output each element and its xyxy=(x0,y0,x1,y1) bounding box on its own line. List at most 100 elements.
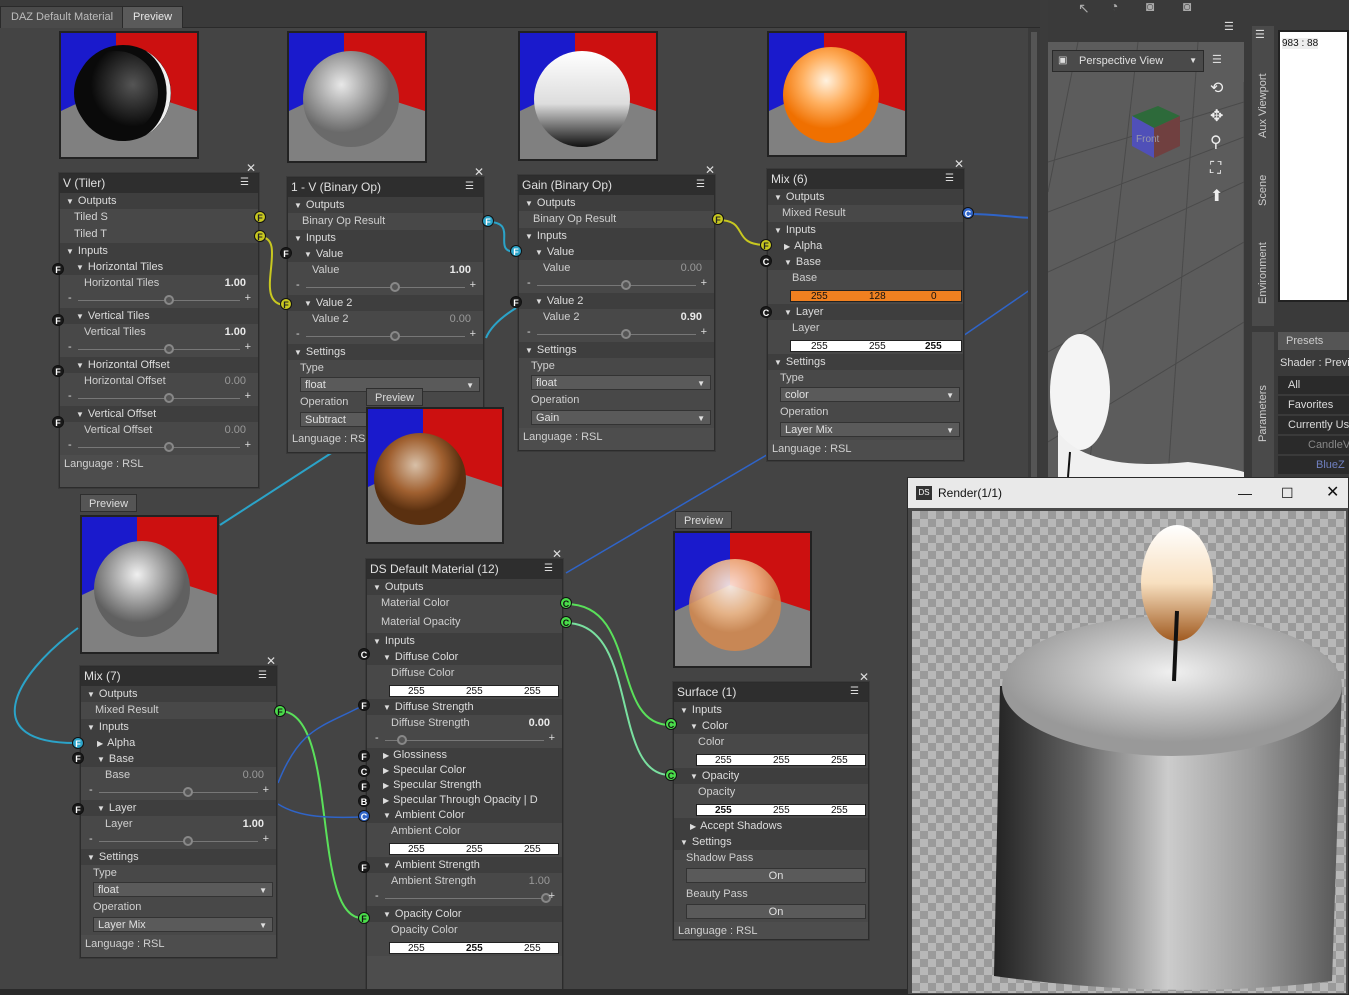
preview-tab[interactable]: Preview xyxy=(675,511,733,529)
outputs-section[interactable]: ▼ Outputs xyxy=(768,189,963,205)
value-slider[interactable]: - + xyxy=(288,279,483,295)
group-specular-through[interactable]: ▶ Specular Through Opacity | D xyxy=(367,793,562,808)
group-layer[interactable]: ▼ Layer xyxy=(81,800,276,816)
port-base[interactable]: C xyxy=(760,255,772,267)
opacity-color-field[interactable]: 255 255 255 xyxy=(389,942,559,954)
port-horizontal-offset[interactable]: F xyxy=(52,365,64,377)
group-ambient-color[interactable]: ▼ Ambient Color xyxy=(367,808,562,823)
group-color[interactable]: ▼ Color xyxy=(674,718,868,734)
inputs-section[interactable]: ▼ Inputs xyxy=(81,719,276,735)
render-icon[interactable]: ◙ xyxy=(1183,0,1191,14)
beauty-pass-toggle[interactable]: On xyxy=(686,904,866,919)
inputs-section[interactable]: ▼ Inputs xyxy=(519,228,714,244)
inputs-section[interactable]: ▼ Inputs xyxy=(768,222,963,238)
group-diffuse-color[interactable]: ▼ Diffuse Color xyxy=(367,649,562,665)
group-value2[interactable]: ▼ Value 2 xyxy=(288,295,483,311)
node-mix7[interactable]: Mix (7) ☰ ▼ Outputs Mixed Result ▼ Inputs ▶… xyxy=(80,666,277,958)
minimize-icon[interactable]: — xyxy=(1238,478,1252,508)
port-material-opacity[interactable]: C xyxy=(560,616,572,628)
menu-icon[interactable]: ☰ xyxy=(850,686,864,698)
vertical-offset-slider[interactable]: - + xyxy=(60,439,258,455)
menu-icon[interactable]: ☰ xyxy=(465,181,479,193)
group-value2[interactable]: ▼ Value 2 xyxy=(519,293,714,309)
outputs-section[interactable]: ▼ Outputs xyxy=(367,579,562,595)
port-value[interactable]: F xyxy=(280,247,292,259)
port-ambient-color[interactable]: C xyxy=(358,810,370,822)
layer-slider[interactable]: - + xyxy=(81,833,276,849)
diffuse-color-field[interactable]: 255 255 255 xyxy=(389,685,559,697)
port-specular-strength[interactable]: F xyxy=(358,780,370,792)
close-icon[interactable]: ✕ xyxy=(246,162,256,174)
node-v-tiler[interactable]: V (Tiler) ☰ ▼ Outputs Tiled S Tiled T ▼ Inp… xyxy=(59,173,259,488)
shadow-pass-toggle[interactable]: On xyxy=(686,868,866,883)
group-alpha[interactable]: ▶ Alpha xyxy=(81,735,276,751)
port-diffuse-color[interactable]: C xyxy=(358,648,370,660)
port-gain-result[interactable]: F xyxy=(712,213,724,225)
view-cube[interactable]: Front xyxy=(1128,100,1184,160)
port-diffuse-strength[interactable]: F xyxy=(358,699,370,711)
inputs-section[interactable]: ▼ Inputs xyxy=(288,230,483,246)
operation-dropdown[interactable]: Gain ▼ xyxy=(531,410,711,425)
type-dropdown[interactable]: float ▼ xyxy=(93,882,273,897)
outputs-section[interactable]: ▼ Outputs xyxy=(519,195,714,211)
group-vertical-offset[interactable]: ▼ Vertical Offset xyxy=(60,406,258,422)
port-mixed-result[interactable]: F xyxy=(274,705,286,717)
type-dropdown[interactable]: color ▼ xyxy=(780,387,960,402)
horizontal-offset-slider[interactable]: - + xyxy=(60,390,258,406)
close-icon[interactable]: ✕ xyxy=(859,671,869,683)
close-icon[interactable]: ✕ xyxy=(474,166,484,178)
outputs-section[interactable]: ▼ Outputs xyxy=(288,197,483,213)
home-icon[interactable]: ⬆ xyxy=(1210,186,1223,206)
group-base[interactable]: ▼ Base xyxy=(768,254,963,270)
ambient-strength-slider[interactable]: - + xyxy=(367,890,562,906)
settings-section[interactable]: ▼ Settings xyxy=(81,849,276,865)
group-value[interactable]: ▼ Value xyxy=(288,246,483,262)
layer-color-field[interactable]: 255 255 255 xyxy=(790,340,962,352)
outputs-section[interactable]: ▼ Outputs xyxy=(81,686,276,702)
group-layer[interactable]: ▼ Layer xyxy=(768,304,963,320)
group-ambient-strength[interactable]: ▼ Ambient Strength xyxy=(367,857,562,873)
port-layer[interactable]: F xyxy=(72,803,84,815)
orbit-icon[interactable]: ⟲ xyxy=(1210,78,1223,98)
port-base[interactable]: F xyxy=(72,752,84,764)
horizontal-tiles-slider[interactable]: - + xyxy=(60,292,258,308)
opacity-field[interactable]: 255 255 255 xyxy=(696,804,866,816)
node-surface[interactable]: Surface (1) ☰ ▼ Inputs ▼ Color Color 255 255… xyxy=(673,682,869,940)
group-value[interactable]: ▼ Value xyxy=(519,244,714,260)
render-window[interactable]: DS Render(1/1) — ☐ ✕ xyxy=(907,477,1349,995)
node-mix6[interactable]: Mix (6) ☰ ▼ Outputs Mixed Result ▼ Inputs ▶… xyxy=(767,169,964,461)
menu-icon[interactable]: ☰ xyxy=(258,670,272,682)
close-icon[interactable]: ✕ xyxy=(954,158,964,170)
port-opacity-color[interactable]: F xyxy=(358,912,370,924)
port-tiled-s[interactable]: F xyxy=(254,211,266,223)
preset-favorites[interactable]: Favorites xyxy=(1278,396,1349,414)
operation-dropdown[interactable]: Layer Mix ▼ xyxy=(780,422,960,437)
node-ds-default-material[interactable]: DS Default Material (12) ☰ ▼ Outputs Mater… xyxy=(366,559,563,995)
shader-node-canvas[interactable]: ✕ V (Tiler) ☰ ▼ Outputs Tiled S Tiled T ▼ I… xyxy=(0,28,1040,995)
tab-environment[interactable]: Environment xyxy=(1252,224,1274,304)
menu-icon[interactable]: ☰ xyxy=(1212,53,1222,66)
tab-aux-viewport[interactable]: Aux Viewport xyxy=(1252,56,1274,138)
preview-tab[interactable]: Preview xyxy=(366,388,424,406)
port-tiled-t[interactable]: F xyxy=(254,230,266,242)
port-ambient-strength[interactable]: F xyxy=(358,861,370,873)
group-opacity[interactable]: ▼ Opacity xyxy=(674,768,868,784)
value2-slider[interactable]: - + xyxy=(288,328,483,344)
group-diffuse-strength[interactable]: ▼ Diffuse Strength xyxy=(367,699,562,715)
vertical-tiles-slider[interactable]: - + xyxy=(60,341,258,357)
perspective-view-dropdown[interactable]: Perspective View ▼ xyxy=(1052,50,1204,72)
type-dropdown[interactable]: float ▼ xyxy=(531,375,711,390)
base-slider[interactable]: - + xyxy=(81,784,276,800)
preset-currently-used[interactable]: Currently Us xyxy=(1278,416,1349,434)
menu-icon[interactable]: ☰ xyxy=(240,177,254,189)
group-specular-color[interactable]: ▶ Specular Color xyxy=(367,763,562,778)
pointer-icon[interactable]: ↖ xyxy=(1078,0,1090,17)
settings-section[interactable]: ▼ Settings xyxy=(519,342,714,358)
aux-viewport[interactable]: 983 : 88 xyxy=(1278,30,1349,302)
port-vertical-offset[interactable]: F xyxy=(52,416,64,428)
port-specular-color[interactable]: C xyxy=(358,765,370,777)
zoom-icon[interactable]: ⚲ xyxy=(1210,132,1222,152)
group-horizontal-tiles[interactable]: ▼ Horizontal Tiles xyxy=(60,259,258,275)
menu-icon[interactable]: ☰ xyxy=(696,179,710,191)
scrollbar-thumb[interactable] xyxy=(1031,32,1037,492)
